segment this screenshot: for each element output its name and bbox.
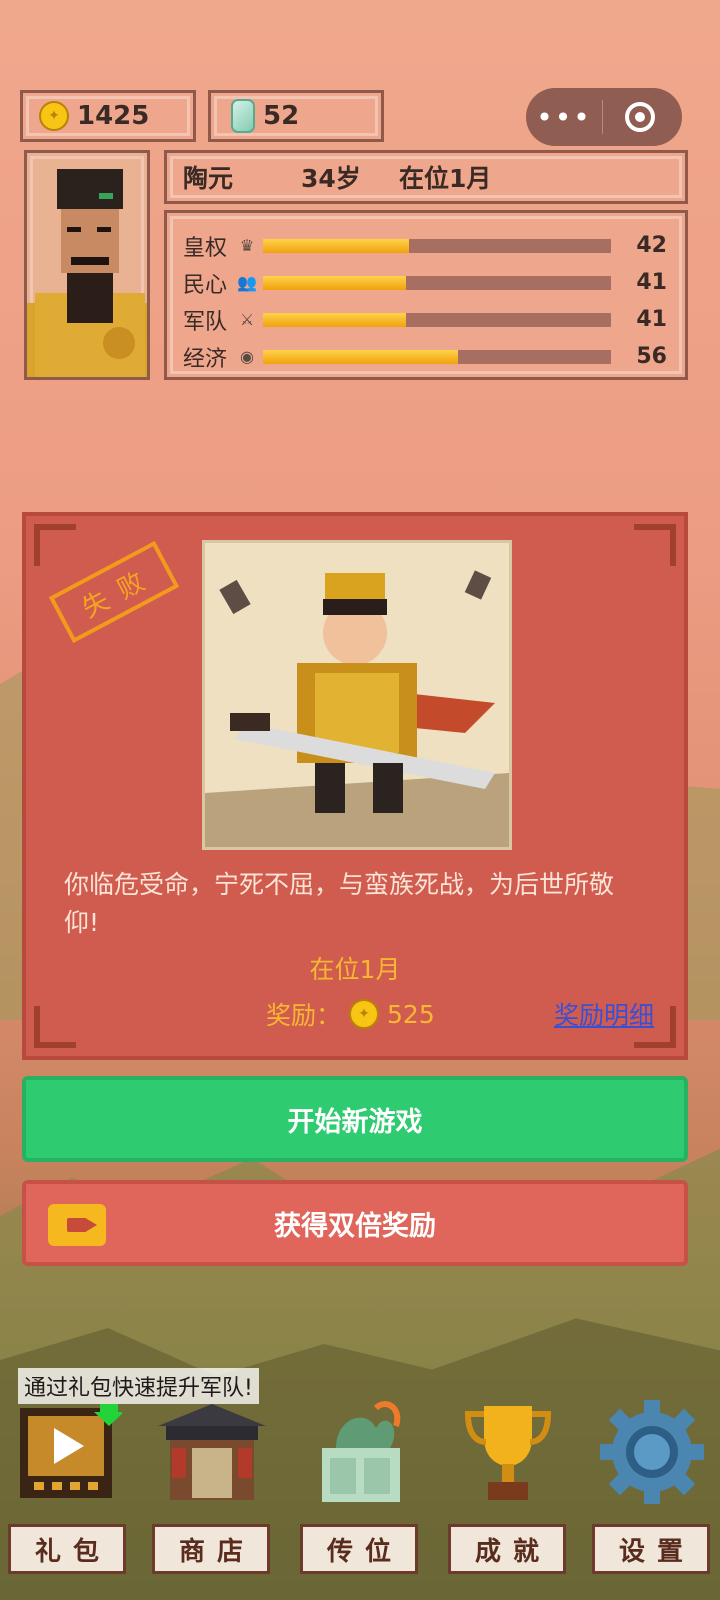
card-corner — [634, 524, 676, 566]
nav-label: 成就 — [448, 1524, 566, 1574]
nav-settings[interactable]: 设置 — [590, 1398, 714, 1588]
card-corner — [34, 1006, 76, 1048]
stat-bar-fill — [263, 238, 410, 253]
gold-counter[interactable]: ✦ 1425 — [20, 90, 196, 142]
miniprogram-capsule: ••• — [526, 88, 682, 146]
nav-shop[interactable]: 商店 — [150, 1398, 274, 1588]
shop-icon — [158, 1404, 266, 1500]
emperor-age: 34岁 — [301, 164, 361, 193]
result-description: 你临危受命，宁死不屈，与蛮族死战，为后世所敬仰! — [64, 870, 615, 937]
stat-row-army: 军队 ⚔ 41 — [183, 301, 671, 338]
stat-bar — [263, 349, 611, 364]
nav-label: 商店 — [152, 1524, 270, 1574]
reward-detail-link[interactable]: 奖励明细 — [554, 996, 654, 1032]
start-new-game-button[interactable]: 开始新游戏 — [22, 1076, 688, 1162]
nav-achievements[interactable]: 成就 — [446, 1398, 570, 1588]
battle-illustration — [202, 540, 512, 850]
nav-gift[interactable]: 礼包 — [6, 1398, 130, 1588]
stat-label: 民心 — [183, 272, 228, 298]
double-reward-label: 获得双倍奖励 — [274, 1210, 436, 1242]
warrior-image — [205, 543, 509, 847]
stat-value: 41 — [636, 270, 667, 295]
stat-value: 41 — [636, 307, 667, 332]
coins-icon: ◉ — [240, 347, 254, 366]
gold-coin-icon: ✦ — [39, 101, 69, 131]
emperor-reign: 在位1月 — [399, 164, 492, 193]
crown-icon: ♛ — [239, 236, 255, 255]
video-gift-icon — [20, 1404, 122, 1498]
result-reign: 在位1月 — [309, 955, 401, 984]
people-icon: 👥 — [237, 273, 257, 292]
more-menu-button[interactable]: ••• — [526, 101, 602, 134]
nav-label: 设置 — [592, 1524, 710, 1574]
jade-seal-icon — [322, 1401, 401, 1502]
stat-bar — [263, 238, 611, 253]
stat-row-economy: 经济 ◉ 56 — [183, 338, 671, 375]
jade-amount: 52 — [263, 101, 300, 131]
reward-label: 奖励： — [266, 1001, 342, 1030]
jade-icon — [231, 99, 255, 133]
stat-bar-fill — [263, 312, 406, 327]
stat-bar-fill — [263, 349, 458, 364]
nav-label: 传位 — [300, 1524, 418, 1574]
emperor-name: 陶元 — [183, 164, 234, 193]
card-corner — [34, 524, 76, 566]
nav-label: 礼包 — [8, 1524, 126, 1574]
stat-value: 56 — [636, 344, 667, 369]
stat-row-people: 民心 👥 41 — [183, 264, 671, 301]
stat-row-power: 皇权 ♛ 42 — [183, 227, 671, 264]
stat-label: 军队 — [183, 309, 228, 335]
emperor-portrait — [24, 150, 150, 380]
stat-bar-fill — [263, 275, 406, 290]
stat-bar — [263, 275, 611, 290]
gear-icon — [600, 1400, 704, 1504]
stat-label: 皇权 — [183, 235, 228, 261]
capsule-divider — [602, 100, 603, 134]
reward-value: 525 — [387, 999, 435, 1029]
emperor-info-bar: 陶元 34岁 在位1月 — [164, 150, 688, 204]
double-reward-button[interactable]: 获得双倍奖励 — [22, 1180, 688, 1266]
jade-counter[interactable]: 52 — [208, 90, 384, 142]
trophy-icon — [464, 1406, 552, 1500]
emperor-avatar — [27, 169, 147, 377]
gold-coin-icon: ✦ — [349, 999, 380, 1029]
stat-value: 42 — [636, 233, 667, 258]
stats-panel: 皇权 ♛ 42 民心 👥 41 军队 ⚔ 41 经济 ◉ 56 — [164, 210, 688, 380]
nav-abdicate[interactable]: 传位 — [298, 1398, 422, 1588]
stat-bar — [263, 312, 611, 327]
reward-line: 奖励： ✦ 525 — [266, 996, 435, 1032]
target-icon — [635, 112, 645, 122]
stat-label: 经济 — [183, 346, 228, 372]
close-miniprogram-button[interactable] — [625, 102, 655, 132]
swords-icon: ⚔ — [239, 310, 255, 329]
video-camera-icon — [48, 1204, 106, 1246]
start-new-game-label: 开始新游戏 — [287, 1106, 423, 1138]
gold-amount: 1425 — [77, 101, 150, 131]
result-card: 失败 你临危受命，宁死不屈，与蛮族死战，为后世所敬仰! 在位1月 奖励： ✦ 5… — [22, 512, 688, 1060]
